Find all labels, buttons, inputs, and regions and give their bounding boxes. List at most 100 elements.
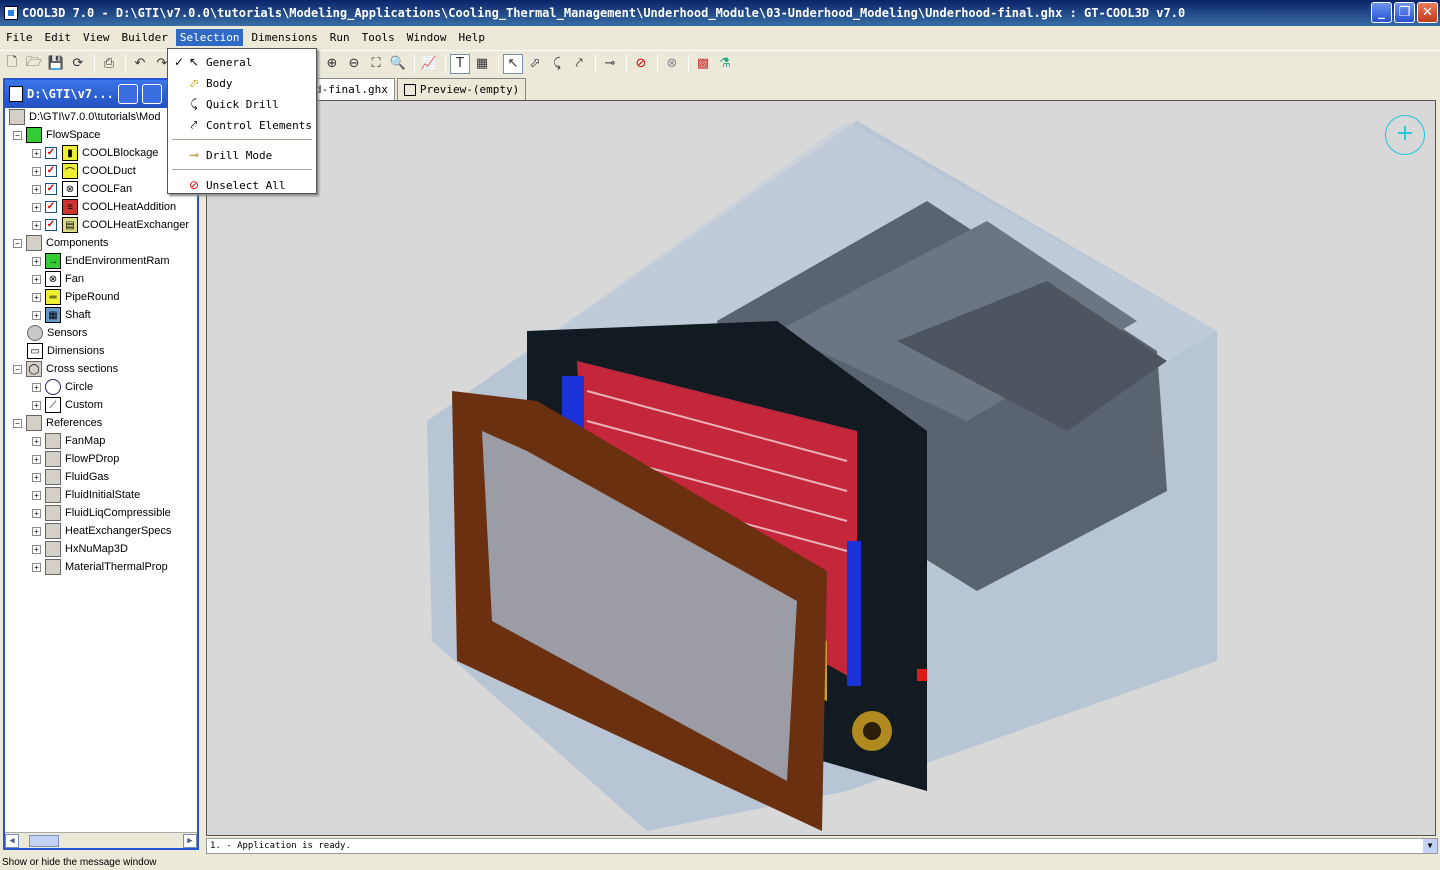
print-icon[interactable]: ⎙ <box>99 54 119 74</box>
checkbox[interactable]: ✓ <box>45 183 57 195</box>
menu-item-unselect-all[interactable]: ⊘ Unselect All <box>168 175 316 195</box>
heat-addition-icon: ≡ <box>62 199 78 215</box>
tree-item[interactable]: + → EndEnvironmentRam <box>5 252 197 270</box>
menu-item-general[interactable]: ✓ ↖ General <box>168 52 316 72</box>
tree-item-dimensions[interactable]: ▭ Dimensions <box>5 342 197 360</box>
menu-selection[interactable]: Selection <box>175 28 244 46</box>
drill-mode-tool-icon[interactable]: ⊸ <box>600 54 620 74</box>
tree-item[interactable]: + HxNuMap3D <box>5 540 197 558</box>
unselect-icon: ⊘ <box>188 178 200 192</box>
menu-view[interactable]: View <box>79 29 114 46</box>
tree-item[interactable]: + ═ PipeRound <box>5 288 197 306</box>
fan-icon: ⊗ <box>62 181 78 197</box>
menu-item-body[interactable]: ⬀ Body <box>168 73 316 93</box>
tab-preview[interactable]: Preview-(empty) <box>396 78 527 100</box>
menu-dimensions[interactable]: Dimensions <box>247 29 321 46</box>
tree-item-sensors[interactable]: Sensors <box>5 324 197 342</box>
tree-item[interactable]: + ⟋ Custom <box>5 396 197 414</box>
chart-icon[interactable]: 📈 <box>419 54 439 74</box>
checkbox[interactable]: ✓ <box>45 147 57 159</box>
zoom-fit-icon[interactable]: ⛶ <box>366 54 386 74</box>
preview-icon <box>403 83 416 96</box>
panel-maximize-button[interactable] <box>141 84 162 104</box>
select-general-icon[interactable]: ↖ <box>503 53 523 74</box>
minimize-button[interactable]: _ <box>1371 2 1392 23</box>
menu-item-drill-mode[interactable]: ⊸ Drill Mode <box>168 145 316 165</box>
3d-viewport[interactable]: + <box>206 100 1436 836</box>
text-tool-icon[interactable]: T <box>450 53 470 74</box>
zoom-plus-icon[interactable]: + <box>1385 115 1425 155</box>
menu-item-control-elements[interactable]: ⤤ Control Elements <box>168 115 316 135</box>
panel-minimize-button[interactable] <box>117 84 138 104</box>
menu-tools[interactable]: Tools <box>358 29 399 46</box>
quick-drill-tool-icon[interactable]: ⤹ <box>547 54 567 74</box>
tree-item-cross-sections[interactable]: − ◯ Cross sections <box>5 360 197 378</box>
window-title: COOL3D 7.0 - D:\GTI\v7.0.0\tutorials\Mod… <box>22 6 1186 20</box>
menu-item-quick-drill[interactable]: ⤹ Quick Drill <box>168 94 316 114</box>
tree-item-references[interactable]: − References <box>5 414 197 432</box>
open-folder-icon[interactable]: 🗁 <box>24 54 44 74</box>
zoom-in-icon[interactable]: ⊕ <box>322 54 342 74</box>
message-text: 1. - Application is ready. <box>210 841 351 851</box>
unselect-tool-icon[interactable]: ⊘ <box>631 54 651 74</box>
reference-icon <box>45 433 61 449</box>
scroll-left-icon[interactable]: ◀ <box>5 833 19 848</box>
undo-icon[interactable]: ↶ <box>130 54 150 74</box>
tree-item[interactable]: + ▦ Shaft <box>5 306 197 324</box>
tab-model[interactable]: d-final.ghx <box>308 78 395 100</box>
chevron-down-icon[interactable]: ▼ <box>1423 839 1437 853</box>
tree-item[interactable]: + ✓ ▤ COOLHeatExchanger <box>5 216 197 234</box>
circle-icon <box>45 379 61 395</box>
tree-item[interactable]: + FlowPDrop <box>5 450 197 468</box>
tree-item[interactable]: + FanMap <box>5 432 197 450</box>
tree-item[interactable]: + HeatExchangerSpecs <box>5 522 197 540</box>
zoom-out-icon[interactable]: ⊖ <box>344 54 364 74</box>
reference-icon <box>45 487 61 503</box>
reference-icon <box>45 505 61 521</box>
menu-edit[interactable]: Edit <box>41 29 76 46</box>
palette-icon[interactable]: ▩ <box>693 54 713 74</box>
checkbox[interactable]: ✓ <box>45 201 57 213</box>
menu-run[interactable]: Run <box>326 29 354 46</box>
scroll-thumb[interactable] <box>29 834 59 847</box>
tree-item[interactable]: + FluidInitialState <box>5 486 197 504</box>
checkbox[interactable]: ✓ <box>45 219 57 231</box>
menu-builder[interactable]: Builder <box>118 29 172 46</box>
menu-help[interactable]: Help <box>454 29 489 46</box>
horizontal-scrollbar[interactable]: ◀ ▶ <box>5 832 197 848</box>
reference-icon <box>45 451 61 467</box>
tree-item[interactable]: + FluidGas <box>5 468 197 486</box>
menu-file[interactable]: File <box>2 29 37 46</box>
save-icon[interactable]: 💾 <box>46 54 66 74</box>
checkbox[interactable]: ✓ <box>45 165 57 177</box>
control-elements-tool-icon[interactable]: ⤤ <box>569 54 589 74</box>
tree-item[interactable]: + ✓ ≡ COOLHeatAddition <box>5 198 197 216</box>
flowspace-icon <box>26 127 42 143</box>
pipe-icon: ═ <box>45 289 61 305</box>
menu-window[interactable]: Window <box>403 29 451 46</box>
select-body-icon[interactable]: ⬀ <box>525 54 545 74</box>
tree-item[interactable]: + FluidLiqCompressible <box>5 504 197 522</box>
flask-icon[interactable]: ⚗ <box>715 54 735 74</box>
status-bar: Show or hide the message window <box>0 855 1440 870</box>
tree-item-components[interactable]: − Components <box>5 234 197 252</box>
tree-item[interactable]: + ⊗ Fan <box>5 270 197 288</box>
message-window: 1. - Application is ready. ▼ <box>206 838 1438 854</box>
refresh-icon[interactable]: ⟳ <box>68 54 88 74</box>
references-icon <box>26 415 42 431</box>
zoom-window-icon[interactable]: 🔍 <box>388 54 408 74</box>
maximize-button[interactable]: ❐ <box>1394 2 1415 23</box>
cross-sections-icon: ◯ <box>26 361 42 377</box>
tree-item[interactable]: + MaterialThermalProp <box>5 558 197 576</box>
dimensions-icon: ▭ <box>27 343 43 359</box>
duct-icon: ⌒ <box>62 163 78 179</box>
tree-view: D:\GTI\v7.0.0\tutorials\Mod − FlowSpace … <box>5 108 197 834</box>
stop-icon[interactable]: ⊗ <box>662 54 682 74</box>
tree-item[interactable]: + Circle <box>5 378 197 396</box>
grid-icon[interactable]: ▦ <box>472 54 492 74</box>
scroll-right-icon[interactable]: ▶ <box>183 833 197 848</box>
close-button[interactable]: ✕ <box>1417 2 1438 23</box>
drill-mode-icon: ⊸ <box>188 148 200 162</box>
reference-icon <box>45 523 61 539</box>
new-file-icon[interactable]: 🗋 <box>2 54 22 74</box>
